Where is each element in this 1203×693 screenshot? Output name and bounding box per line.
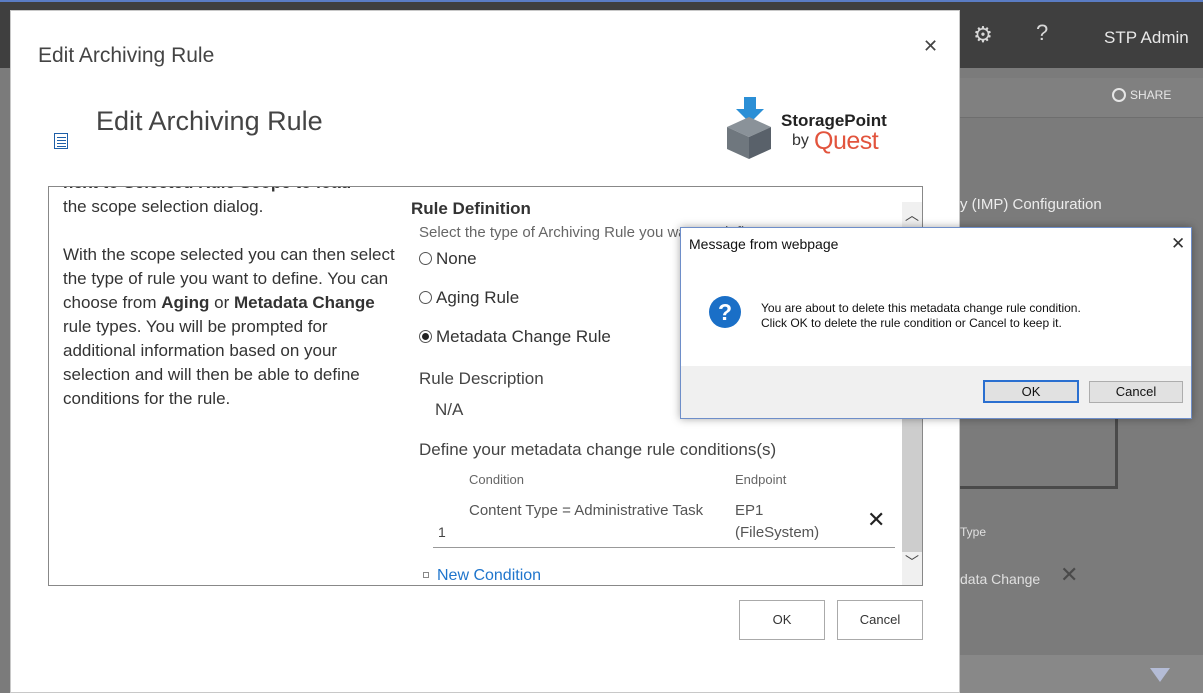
radio-metadata-change-rule[interactable]: Metadata Change Rule [419, 327, 611, 347]
radio-aging-rule[interactable]: Aging Rule [419, 288, 519, 308]
gear-icon[interactable]: ⚙ [970, 22, 996, 48]
imp-configuration-text: y (IMP) Configuration [960, 196, 1102, 213]
share-icon [1112, 88, 1126, 102]
storagepoint-box-icon [727, 97, 771, 159]
metadata-change-text: data Change [960, 571, 1041, 587]
dropdown-triangle-icon[interactable] [1150, 668, 1170, 682]
question-icon: ? [709, 296, 741, 328]
storagepoint-quest-logo: StoragePoint by Quest [724, 97, 904, 167]
condition-column-header: Condition [469, 472, 524, 487]
help-icon[interactable]: ? [1036, 20, 1048, 46]
radio-button-selected-icon[interactable] [419, 330, 432, 343]
radio-button-icon[interactable] [419, 252, 432, 265]
help-text-span: rule types. You will be prompted for add… [63, 317, 360, 408]
share-label: SHARE [1130, 88, 1172, 102]
rule-description-value: N/A [435, 400, 464, 419]
radio-label: Aging Rule [436, 288, 520, 307]
dialog-title: Edit Archiving Rule [38, 44, 215, 67]
logo-by-text: by [792, 132, 809, 149]
define-conditions-label: Define your metadata change rule conditi… [419, 440, 777, 459]
logo-quest-text: Quest [814, 127, 879, 155]
share-button[interactable]: SHARE [1112, 88, 1171, 102]
help-metadata-bold: Metadata Change [233, 293, 375, 312]
close-icon[interactable]: ✕ [1171, 234, 1185, 254]
radio-none[interactable]: None [419, 249, 477, 269]
delete-icon[interactable]: ✕ [1060, 562, 1078, 588]
message-cancel-button[interactable]: Cancel [1089, 381, 1183, 403]
radio-button-icon[interactable] [419, 291, 432, 304]
row-divider [433, 547, 895, 548]
ok-button[interactable]: OK [739, 600, 825, 640]
message-box-title: Message from webpage [689, 236, 839, 252]
message-line-1: You are about to delete this metadata ch… [761, 301, 1081, 315]
type-column-header: Type [960, 525, 987, 539]
new-condition-link[interactable]: New Condition [423, 567, 541, 585]
row-number: 1 [438, 524, 446, 540]
cancel-button[interactable]: Cancel [837, 600, 923, 640]
radio-label: None [436, 249, 477, 268]
help-paragraph-2: With the scope selected you can then sel… [63, 243, 398, 411]
endpoint-cell: EP1 (FileSystem) [735, 502, 820, 541]
delete-condition-icon[interactable]: ✕ [867, 507, 885, 533]
chevron-up-icon[interactable]: ︿ [905, 205, 919, 225]
help-cut-line: next to Selected Rule Scope to load [63, 187, 398, 195]
close-icon[interactable]: ✕ [923, 36, 938, 57]
help-paragraph-1: the scope selection dialog. [63, 197, 264, 216]
condition-cell: Content Type = Administrative Task [469, 502, 704, 519]
bullet-icon [423, 572, 429, 578]
rule-definition-heading: Rule Definition [411, 199, 531, 218]
help-aging-bold: Aging [161, 293, 210, 312]
rule-description-label: Rule Description [419, 369, 544, 388]
message-box: Message from webpage ✕ ? You are about t… [680, 227, 1192, 419]
radio-label: Metadata Change Rule [436, 327, 611, 346]
page-heading: Edit Archiving Rule [96, 106, 323, 136]
help-text: next to Selected Rule Scope to load the … [63, 187, 398, 435]
page-icon [54, 133, 68, 149]
message-text: You are about to delete this metadata ch… [761, 301, 1181, 331]
chevron-down-icon[interactable]: ﹀ [905, 552, 919, 572]
message-ok-button[interactable]: OK [983, 380, 1079, 403]
message-line-2: Click OK to delete the rule condition or… [761, 316, 1062, 330]
endpoint-column-header: Endpoint [735, 472, 787, 487]
user-name[interactable]: STP Admin [1104, 28, 1189, 48]
help-text-span: or [209, 293, 234, 312]
background-panel-border [960, 415, 1118, 489]
new-condition-label: New Condition [437, 567, 542, 584]
